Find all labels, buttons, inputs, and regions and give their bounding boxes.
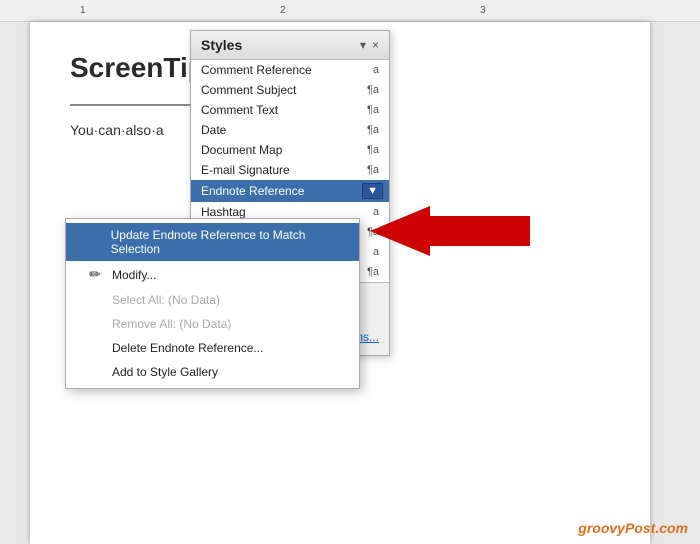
ruler-mark-3: 3 bbox=[480, 5, 486, 16]
styles-header-icons: ▾ × bbox=[360, 38, 379, 52]
pin-icon[interactable]: ▾ bbox=[360, 38, 366, 52]
style-item-comment-reference[interactable]: Comment Reference a bbox=[191, 60, 389, 80]
style-label: Comment Reference bbox=[201, 63, 312, 77]
style-indicator: ¶a bbox=[367, 124, 379, 136]
style-label: Date bbox=[201, 123, 226, 137]
style-indicator: ¶a bbox=[367, 84, 379, 96]
watermark-suffix: .com bbox=[655, 520, 688, 536]
watermark-prefix: groovy bbox=[578, 520, 625, 536]
ruler-mark-1: 1 bbox=[80, 5, 86, 16]
style-indicator: ¶a bbox=[367, 104, 379, 116]
styles-panel-title: Styles bbox=[201, 37, 242, 53]
menu-item-label: Update Endnote Reference to Match Select… bbox=[111, 228, 339, 256]
style-label: Document Map bbox=[201, 143, 282, 157]
style-dropdown-button[interactable]: ▼ bbox=[362, 183, 383, 199]
style-indicator: ¶a bbox=[367, 226, 379, 238]
style-item-email-signature[interactable]: E-mail Signature ¶a bbox=[191, 160, 389, 180]
style-indicator: ¶a bbox=[367, 144, 379, 156]
style-indicator: a bbox=[373, 64, 379, 76]
menu-item-select-all: Select All: (No Data) bbox=[66, 288, 359, 312]
menu-item-update[interactable]: Update Endnote Reference to Match Select… bbox=[66, 223, 359, 261]
style-item-date[interactable]: Date ¶a bbox=[191, 120, 389, 140]
style-label: E-mail Signature bbox=[201, 163, 290, 177]
watermark: groovyPost.com bbox=[578, 520, 688, 536]
menu-item-label: Select All: (No Data) bbox=[112, 293, 220, 307]
style-indicator: a bbox=[373, 206, 379, 218]
style-item-comment-text[interactable]: Comment Text ¶a bbox=[191, 100, 389, 120]
style-item-comment-subject[interactable]: Comment Subject ¶a bbox=[191, 80, 389, 100]
menu-item-label: Remove All: (No Data) bbox=[112, 317, 231, 331]
styles-header: Styles ▾ × bbox=[191, 31, 389, 60]
menu-item-modify[interactable]: ✏ Modify... bbox=[66, 261, 359, 288]
style-indicator: a bbox=[373, 246, 379, 258]
style-item-endnote-reference-selected[interactable]: Endnote Reference ▼ bbox=[191, 180, 389, 202]
style-indicator: ¶a bbox=[367, 164, 379, 176]
style-label: Comment Subject bbox=[201, 83, 296, 97]
close-icon[interactable]: × bbox=[372, 38, 379, 52]
menu-item-label: Add to Style Gallery bbox=[112, 365, 218, 379]
style-item-document-map[interactable]: Document Map ¶a bbox=[191, 140, 389, 160]
style-label: Hashtag bbox=[201, 205, 246, 219]
menu-item-delete[interactable]: Delete Endnote Reference... bbox=[66, 336, 359, 360]
watermark-highlight: Post bbox=[625, 520, 655, 536]
menu-item-label: Delete Endnote Reference... bbox=[112, 341, 263, 355]
ruler: 1 2 3 bbox=[0, 0, 700, 22]
menu-item-add-gallery[interactable]: Add to Style Gallery bbox=[66, 360, 359, 384]
context-menu: Update Endnote Reference to Match Select… bbox=[65, 218, 360, 389]
menu-item-remove-all: Remove All: (No Data) bbox=[66, 312, 359, 336]
style-indicator: ¶a bbox=[367, 266, 379, 278]
body-text-left: You·can·also·a bbox=[70, 122, 164, 138]
style-label: Comment Text bbox=[201, 103, 278, 117]
ruler-mark-2: 2 bbox=[280, 5, 286, 16]
menu-item-label: Modify... bbox=[112, 268, 156, 282]
selected-style-label: Endnote Reference bbox=[201, 184, 304, 198]
modify-icon: ✏ bbox=[86, 266, 104, 283]
